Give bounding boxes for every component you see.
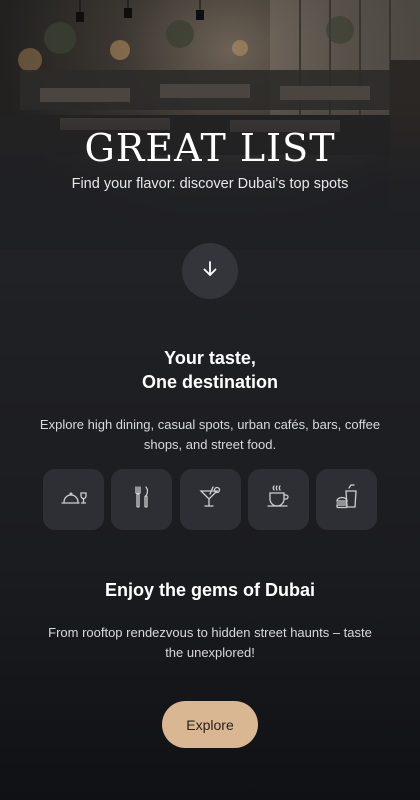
fast-food-icon	[332, 482, 362, 517]
category-casual-dining[interactable]	[111, 469, 173, 530]
brand-logo: GREAT LIST	[84, 126, 336, 170]
section-title-line-1: Your taste,	[164, 348, 256, 368]
category-fine-dining[interactable]	[43, 469, 104, 530]
category-street-food[interactable]	[316, 469, 377, 530]
section-title-gems: Enjoy the gems of Dubai	[104, 580, 316, 600]
category-bars[interactable]	[179, 469, 241, 530]
section-title-taste: Your taste, One destination	[0, 346, 420, 394]
cloche-wine-icon	[59, 482, 89, 517]
arrow-down-icon	[200, 259, 220, 284]
hero-image	[0, 0, 420, 250]
section-title-line-2: One destination	[141, 372, 278, 392]
coffee-cup-icon	[263, 482, 293, 517]
category-coffee-shops[interactable]	[247, 469, 309, 530]
explore-button[interactable]: Explore	[162, 701, 258, 748]
scroll-down-button[interactable]	[182, 243, 238, 299]
section-description-gems: From rooftop rendezvous to hidden street…	[48, 625, 372, 660]
category-list	[43, 469, 377, 531]
fork-knife-icon	[127, 482, 157, 517]
cocktail-icon	[195, 482, 225, 517]
section-description-taste: Explore high dining, casual spots, urban…	[39, 417, 381, 452]
hero-tagline: Find your flavor: discover Dubai's top s…	[71, 176, 349, 192]
